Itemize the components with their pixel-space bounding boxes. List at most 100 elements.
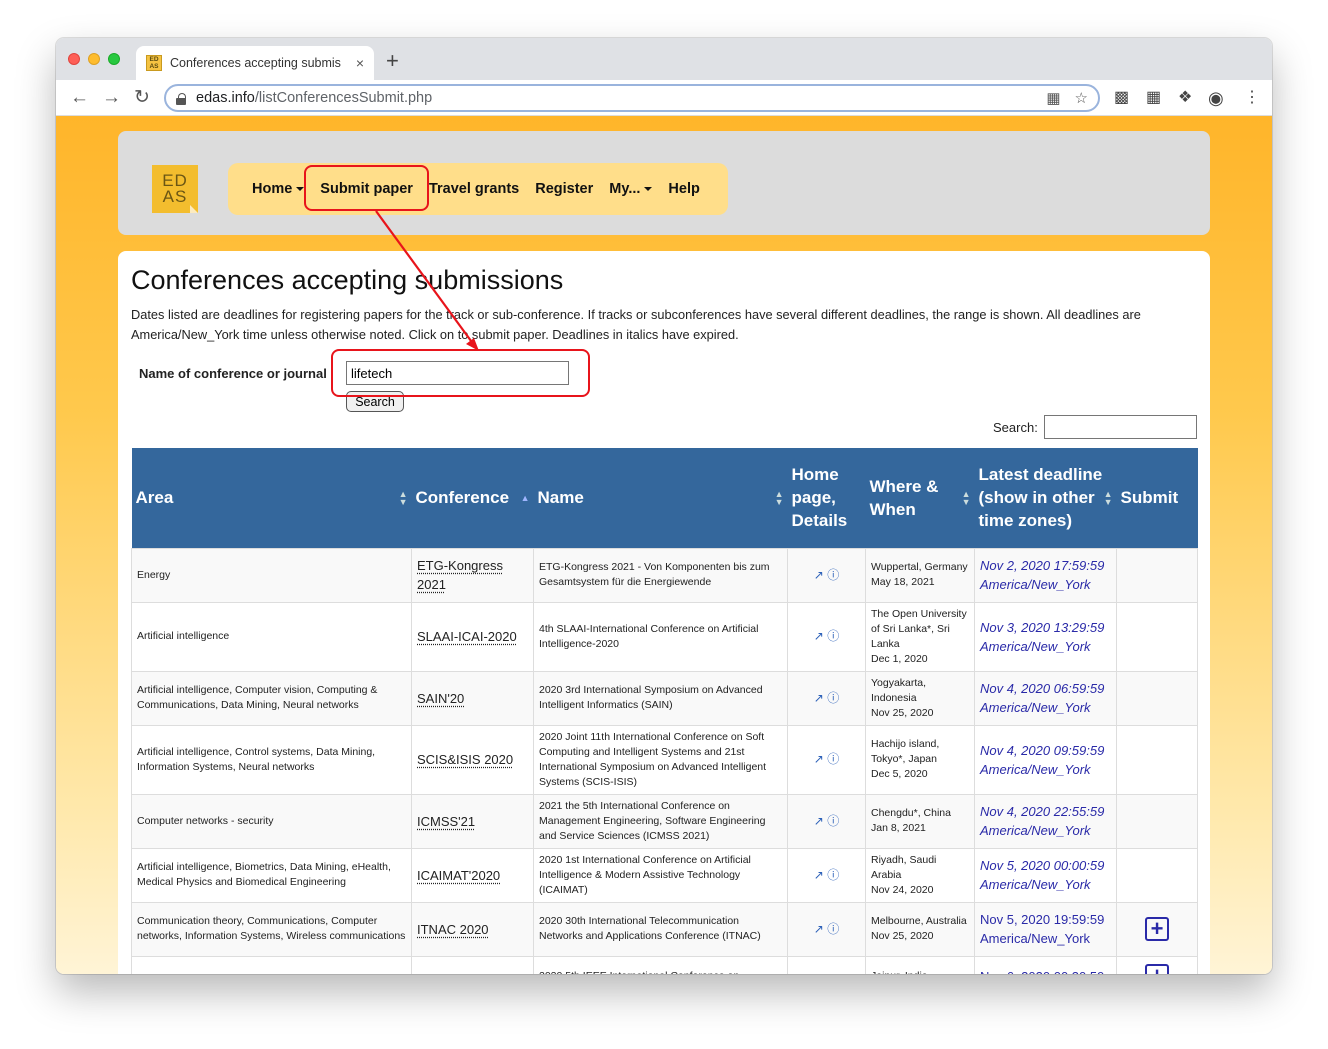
cell-submit — [1116, 547, 1198, 603]
cell-conference-link[interactable] — [411, 955, 534, 974]
sort-icon: ▲ ▼ — [398, 488, 408, 507]
menu-help[interactable]: Help — [668, 181, 699, 197]
plus-icon[interactable]: + — [1145, 964, 1169, 974]
header-submit: Submit — [1116, 448, 1198, 548]
caret-down-icon — [296, 187, 305, 192]
star-icon[interactable]: ☆ — [1075, 89, 1088, 107]
tab-strip: ED AS Conferences accepting submis × + — [56, 38, 1272, 80]
cell-conference-link[interactable]: SCIS&ISIS 2020 — [411, 724, 534, 795]
header-conference[interactable]: Conference ▲ — [411, 448, 534, 548]
cell-area: Artificial intelligence — [131, 601, 412, 672]
menu-submit-paper[interactable]: Submit paper — [320, 181, 413, 197]
more-icon[interactable]: ⋮ — [1244, 89, 1260, 107]
cell-where-when: Jaipur, India — [865, 955, 975, 974]
info-icon[interactable]: ⓘ — [827, 868, 839, 882]
cell-details: ↗ ⓘ — [787, 724, 866, 795]
cell-deadline: Nov 4, 2020 22:55:59 America/New_York — [974, 793, 1117, 849]
cell-conference-link[interactable]: ICMSS'21 — [411, 793, 534, 849]
back-icon[interactable]: ← — [70, 86, 89, 110]
cell-details: ↗ ⓘ — [787, 670, 866, 726]
header-deadline[interactable]: Latest deadline (show in other time zone… — [974, 448, 1117, 548]
maximize-window-button[interactable] — [108, 53, 120, 65]
address-bar[interactable]: edas.info/listConferencesSubmit.php ▦ ☆ — [164, 84, 1100, 112]
plus-icon[interactable]: + — [1145, 917, 1169, 941]
cell-submit — [1116, 601, 1198, 672]
url-text: edas.info/listConferencesSubmit.php — [196, 90, 433, 106]
cell-details: ↗ ⓘ — [787, 901, 866, 957]
translate-icon[interactable]: ▦ — [1046, 89, 1060, 107]
table-row: Artificial intelligence, Computer vision… — [131, 670, 1198, 726]
cell-submit — [1116, 670, 1198, 726]
table-row: Energy ETG-Kongress 2021 ETG-Kongress 2021… — [131, 547, 1198, 603]
grid-icon[interactable]: ▦ — [1146, 89, 1161, 107]
cell-conference-link[interactable]: ETG-Kongress 2021 — [411, 547, 534, 603]
edas-logo[interactable]: ED AS — [152, 165, 198, 213]
cell-deadline: Nov 3, 2020 13:29:59 America/New_York — [974, 601, 1117, 672]
menu-travel-grants[interactable]: Travel grants — [429, 181, 519, 197]
puzzle-icon[interactable]: ❖ — [1178, 89, 1192, 107]
external-link-icon[interactable]: ↗ — [814, 814, 824, 828]
page-viewport: ED AS Home Submit paper Travel grants Re… — [56, 116, 1272, 974]
table-filter-input[interactable] — [1044, 415, 1197, 439]
conference-search-input[interactable] — [346, 361, 569, 385]
external-link-icon[interactable]: ↗ — [814, 868, 824, 882]
cell-area: Artificial intelligence, Computer vision… — [131, 670, 412, 726]
menu-home[interactable]: Home — [252, 181, 305, 197]
forward-icon[interactable]: → — [102, 86, 121, 110]
main-content: Conferences accepting submissions Dates … — [118, 251, 1210, 974]
cell-submit: + — [1116, 901, 1198, 957]
menu-my[interactable]: My... — [609, 181, 653, 197]
table-body: Energy ETG-Kongress 2021 ETG-Kongress 2021… — [131, 547, 1198, 974]
cell-area: Computer networks - security — [131, 793, 412, 849]
minimize-window-button[interactable] — [88, 53, 100, 65]
info-icon[interactable]: ⓘ — [827, 922, 839, 936]
cell-conference-link[interactable]: SAIN'20 — [411, 670, 534, 726]
info-icon[interactable]: ⓘ — [827, 691, 839, 705]
cell-conference-link[interactable]: SLAAI-ICAI-2020 — [411, 601, 534, 672]
info-icon[interactable]: ⓘ — [827, 629, 839, 643]
info-icon[interactable]: ⓘ — [827, 568, 839, 582]
header-name[interactable]: Name ▲ ▼ — [533, 448, 788, 548]
tab-title: Conferences accepting submis — [170, 56, 341, 70]
sort-icon: ▲ ▼ — [961, 488, 971, 507]
cell-name: 2021 the 5th International Conference on… — [533, 793, 788, 849]
cell-details: ↗ ⓘ — [787, 793, 866, 849]
cell-name: 2020 30th International Telecommunicatio… — [533, 901, 788, 957]
external-link-icon[interactable]: ↗ — [814, 922, 824, 936]
cell-deadline: Nov 5, 2020 00:00:59 America/New_York — [974, 847, 1117, 903]
external-link-icon[interactable]: ↗ — [814, 752, 824, 766]
info-icon[interactable]: ⓘ — [827, 752, 839, 766]
main-menu: Home Submit paper Travel grants Register… — [228, 163, 728, 215]
cell-details: ↗ ⓘ — [787, 547, 866, 603]
external-link-icon[interactable]: ↗ — [814, 568, 824, 582]
cell-name: 2020 3rd International Symposium on Adva… — [533, 670, 788, 726]
browser-toolbar: ← → ↻ edas.info/listConferencesSubmit.ph… — [56, 80, 1272, 116]
header-where-when[interactable]: Where & When ▲ ▼ — [865, 448, 975, 548]
table-row: 2020 5th IEEE International Conference o… — [131, 955, 1198, 974]
cell-conference-link[interactable]: ICAIMAT'2020 — [411, 847, 534, 903]
browser-window: ED AS Conferences accepting submis × + ←… — [56, 38, 1272, 974]
external-link-icon[interactable]: ↗ — [814, 691, 824, 705]
cell-area: Communication theory, Communications, Co… — [131, 901, 412, 957]
new-tab-button[interactable]: + — [386, 50, 399, 72]
cell-where-when: Melbourne, Australia Nov 25, 2020 — [865, 901, 975, 957]
tab-close-icon[interactable]: × — [356, 55, 364, 71]
cell-name: 2020 Joint 11th International Conference… — [533, 724, 788, 795]
table-row: Artificial intelligence SLAAI-ICAI-2020 4t… — [131, 601, 1198, 672]
cell-where-when: Yogyakarta, Indonesia Nov 25, 2020 — [865, 670, 975, 726]
external-link-icon[interactable]: ↗ — [814, 629, 824, 643]
cell-deadline: Nov 4, 2020 09:59:59 America/New_York — [974, 724, 1117, 795]
cell-conference-link[interactable]: ITNAC 2020 — [411, 901, 534, 957]
cell-name: ETG-Kongress 2021 - Von Komponenten bis … — [533, 547, 788, 603]
close-window-button[interactable] — [68, 53, 80, 65]
reload-icon[interactable]: ↻ — [134, 86, 150, 110]
search-button[interactable]: Search — [346, 391, 404, 412]
menu-register[interactable]: Register — [535, 181, 593, 197]
header-area[interactable]: Area ▲ ▼ — [131, 448, 412, 548]
qr-icon[interactable]: ▩ — [1114, 89, 1129, 107]
cell-submit: + — [1116, 955, 1198, 974]
profile-icon[interactable]: ◉ — [1208, 89, 1224, 107]
browser-tab[interactable]: ED AS Conferences accepting submis × — [136, 46, 374, 80]
search-label: Name of conference or journal — [139, 366, 327, 381]
info-icon[interactable]: ⓘ — [827, 814, 839, 828]
